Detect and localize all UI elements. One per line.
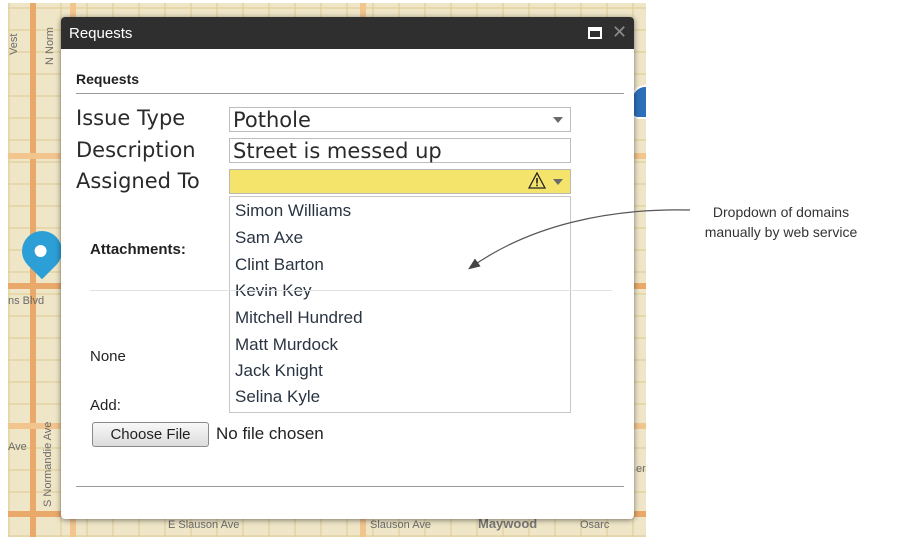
assigned-to-label: Assigned To — [76, 169, 200, 193]
chevron-down-icon[interactable] — [553, 117, 563, 123]
section-divider — [76, 93, 624, 94]
dropdown-option[interactable]: Clint Barton — [235, 255, 324, 275]
assigned-to-dropdown-list[interactable]: Simon Williams Sam Axe Clint Barton Kevi… — [229, 196, 571, 413]
map-street-label: N Norm — [44, 27, 56, 65]
attachments-label: Attachments: — [90, 241, 186, 258]
dropdown-option[interactable]: Simon Williams — [235, 201, 351, 221]
dropdown-option[interactable]: Jack Knight — [235, 361, 323, 381]
annotation-callout: Dropdown of domains manually by web serv… — [670, 202, 892, 242]
issue-type-value: Pothole — [233, 108, 311, 132]
issue-type-label: Issue Type — [76, 106, 186, 130]
map-street-label: Vest — [8, 33, 20, 55]
map-street-label: S Normandie Ave — [42, 421, 54, 507]
dialog-footer-divider — [76, 486, 624, 487]
dropdown-option[interactable]: Sam Axe — [235, 228, 303, 248]
map-place-label: er — [636, 463, 646, 475]
map-place-label: Osarc — [580, 519, 610, 531]
map-street-label: Slauson Ave — [370, 519, 431, 531]
dropdown-option[interactable]: Kevin Key — [235, 281, 312, 301]
description-value: Street is messed up — [233, 139, 442, 163]
description-field[interactable]: Street is messed up — [229, 138, 571, 163]
issue-type-select[interactable]: Pothole — [229, 107, 571, 132]
requests-dialog: Requests ✕ Requests Issue Type Pothole D… — [61, 17, 634, 519]
add-label: Add: — [90, 397, 121, 414]
attachments-none-text: None — [90, 348, 126, 365]
description-label: Description — [76, 138, 196, 162]
dialog-titlebar[interactable]: Requests ✕ — [61, 17, 634, 49]
annotation-line-2: manually by web service — [704, 224, 858, 240]
attachments-divider — [90, 290, 612, 291]
dialog-title: Requests — [69, 25, 133, 42]
chevron-down-icon[interactable] — [553, 179, 563, 185]
assigned-to-select[interactable] — [229, 169, 571, 194]
annotation-line-1: Dropdown of domains — [712, 204, 850, 220]
file-status-text: No file chosen — [216, 424, 324, 443]
dropdown-option[interactable]: Matt Murdock — [235, 335, 338, 355]
maximize-icon[interactable] — [588, 27, 602, 39]
map-street-label: ns Blvd — [8, 295, 45, 307]
warning-icon — [528, 172, 546, 189]
section-title: Requests — [76, 71, 140, 87]
close-icon[interactable]: ✕ — [612, 22, 627, 43]
map-street-label: E Slauson Ave — [168, 519, 240, 531]
map-street-label: Ave — [8, 441, 27, 453]
dropdown-option[interactable]: Selina Kyle — [235, 387, 320, 407]
choose-file-button[interactable]: Choose File — [92, 422, 209, 447]
dropdown-option[interactable]: Mitchell Hundred — [235, 308, 363, 328]
